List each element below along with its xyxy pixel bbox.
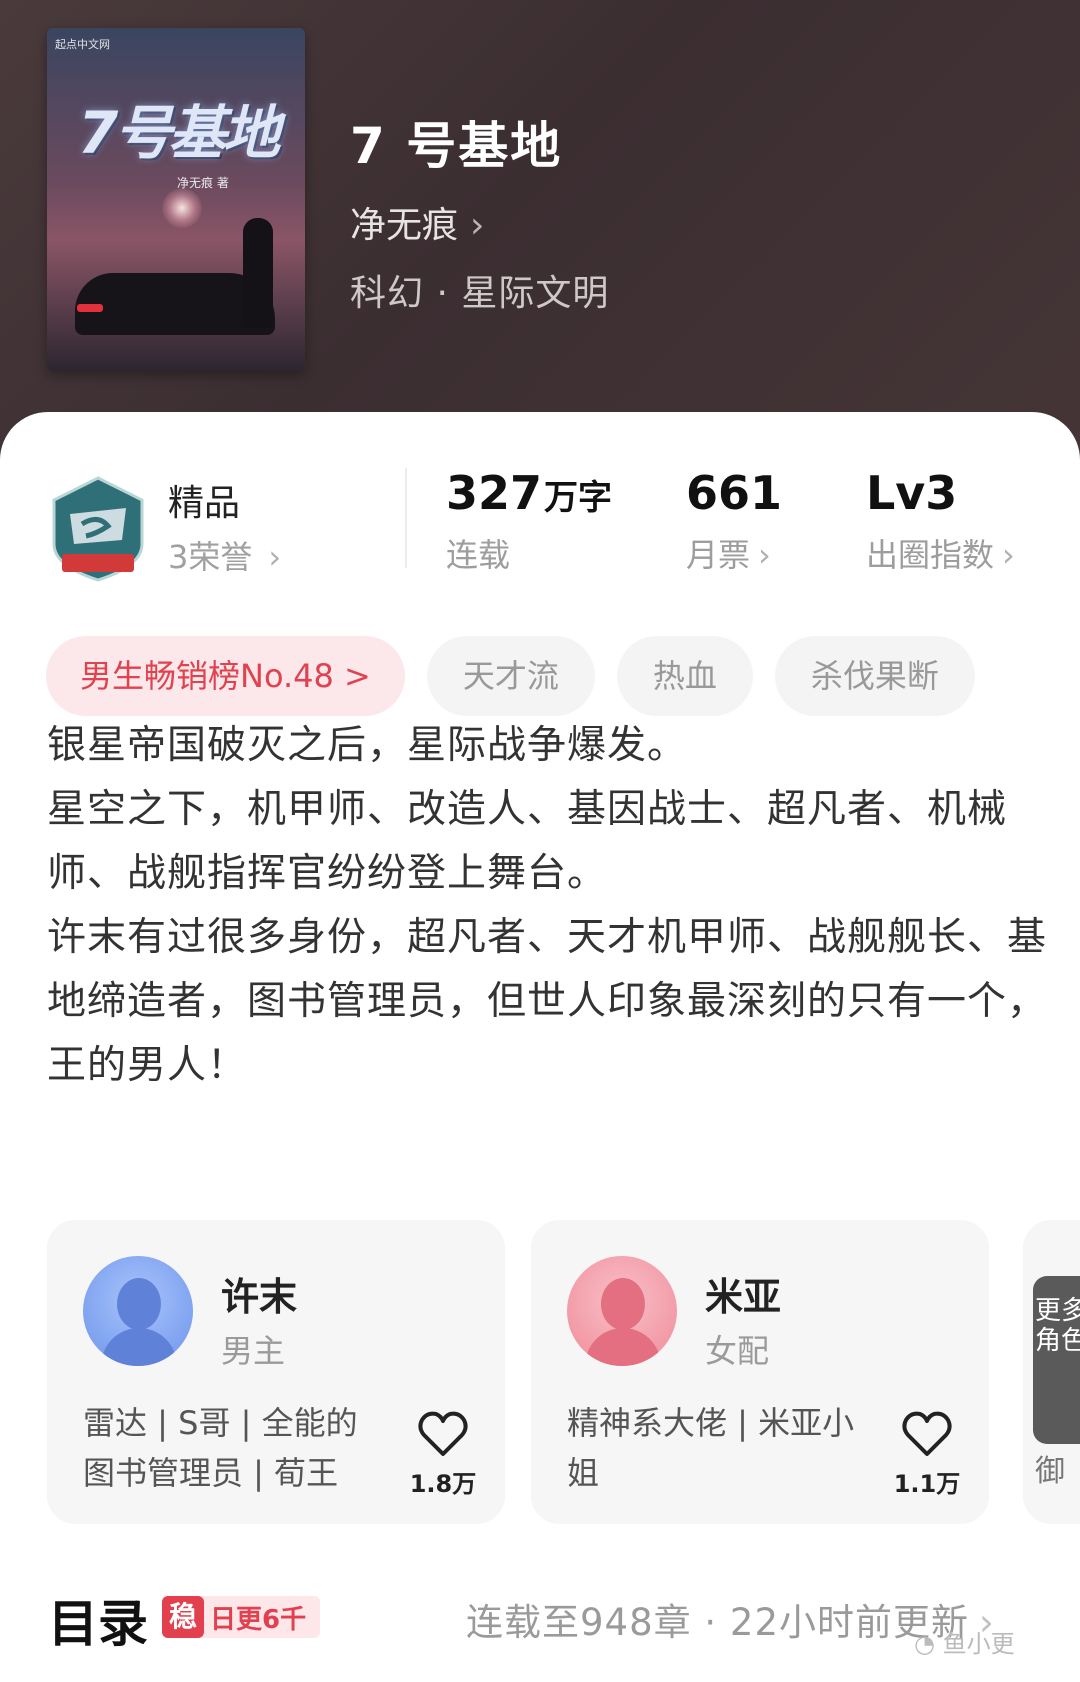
avatar (567, 1256, 677, 1366)
description-paragraph: 银星帝国破灭之后，星际战争爆发。 (47, 723, 688, 768)
wechat-icon: ◔ (914, 1630, 935, 1658)
stats-divider (405, 468, 407, 568)
heart-icon[interactable] (417, 1410, 469, 1458)
stat-label: 连载 (446, 536, 511, 574)
stat-word-count: 327万字 连载 (446, 466, 612, 576)
cover-figure-silhouette (243, 218, 273, 328)
author-name: 净无痕 (350, 205, 459, 246)
chevron-right-icon: › (1002, 536, 1015, 574)
stat-number: 327 (446, 466, 543, 520)
tag-item[interactable]: 热血 (616, 636, 753, 716)
tag-list: 男生畅销榜No.48 > 天才流 热血 杀伐果断 (46, 636, 975, 716)
character-name: 米亚 (705, 1275, 782, 1319)
next-character-peek: 御 (1035, 1454, 1065, 1489)
book-description[interactable]: 银星帝国破灭之后，星际战争爆发。 星空之下，机甲师、改造人、基因战士、超凡者、机… (47, 714, 1047, 1098)
like-count: 1.1万 (893, 1470, 961, 1498)
tag-item[interactable]: 天才流 (426, 636, 595, 716)
stat-label: 出圈指数 (866, 536, 995, 574)
stat-unit: 万字 (544, 478, 613, 518)
like-count: 1.8万 (409, 1470, 477, 1498)
update-badge: 稳 日更6千 (162, 1596, 321, 1638)
description-paragraph: 许末有过很多身份，超凡者、天才机甲师、战舰舰长、基地缔造者，图书管理员，但世人印… (47, 915, 1048, 1088)
avatar (83, 1256, 193, 1366)
book-cover[interactable]: 起点中文网 7号基地 净无痕 著 (47, 28, 305, 371)
character-name: 许末 (221, 1275, 298, 1319)
cover-light-glow (162, 188, 202, 228)
stat-influence-index[interactable]: Lv3 出圈指数 › (866, 466, 1015, 576)
honors-count: 3荣誉 (168, 538, 253, 576)
tag-item[interactable]: 杀伐果断 (774, 636, 975, 716)
badge-title: 精品 (168, 483, 241, 524)
book-detail-card: 精品 3荣誉 › 327万字 连载 661 月票 › Lv3 出圈指数 › 男生畅销榜… (0, 412, 1080, 1682)
more-characters-button[interactable]: 更多角色 (1033, 1276, 1080, 1444)
tag-rank[interactable]: 男生畅销榜No.48 > (46, 636, 405, 716)
update-badge-text: 日更6千 (210, 1604, 307, 1635)
book-header: 起点中文网 7号基地 净无痕 著 7 号基地 净无痕 › 科幻 · 星际文明 (0, 0, 1080, 470)
character-card[interactable]: 许末 男主 雷达 | S哥 | 全能的图书管理员 | 荀王 1.8万 (47, 1220, 505, 1524)
description-paragraph: 星空之下，机甲师、改造人、基因战士、超凡者、机械师、战舰指挥官纷纷登上舞台。 (47, 787, 1008, 896)
honors-link[interactable]: 3荣誉 › (168, 532, 281, 578)
author-link[interactable]: 净无痕 › (350, 196, 484, 248)
chevron-right-icon: › (470, 205, 485, 246)
heart-icon[interactable] (901, 1410, 953, 1458)
chevron-right-icon: › (268, 538, 282, 576)
book-title: 7 号基地 (350, 117, 563, 175)
more-characters-panel[interactable]: 更多角色 御 (1023, 1220, 1080, 1524)
character-card[interactable]: 米亚 女配 精神系大佬 | 米亚小姐 1.1万 (531, 1220, 989, 1524)
chevron-right-icon: › (758, 536, 771, 574)
watermark-text: 鱼小更 (942, 1630, 1015, 1658)
character-role: 女配 (705, 1332, 770, 1370)
book-genre: 科幻 · 星际文明 (350, 273, 610, 314)
toc-title[interactable]: 目录 (48, 1584, 148, 1656)
character-tags: 精神系大佬 | 米亚小姐 (567, 1404, 855, 1492)
toc-status-text: 连载至948章 · 22小时前更新 (466, 1601, 969, 1644)
stat-monthly-tickets[interactable]: 661 月票 › (686, 466, 782, 576)
character-list: 许末 男主 雷达 | S哥 | 全能的图书管理员 | 荀王 1.8万 米亚 女配… (47, 1220, 1080, 1524)
cover-title-art: 7号基地 (77, 99, 280, 167)
watermark: ◔ 鱼小更 (914, 1624, 1015, 1659)
cover-publisher-logo: 起点中文网 (55, 38, 110, 51)
premium-badge-icon (52, 476, 144, 582)
stable-update-icon: 稳 (162, 1596, 204, 1638)
stat-number: 661 (686, 466, 783, 520)
stat-number: Lv3 (866, 466, 958, 520)
stat-label: 月票 (686, 536, 751, 574)
cover-car-taillight (77, 304, 103, 312)
character-tags: 雷达 | S哥 | 全能的图书管理员 | 荀王 (83, 1404, 358, 1492)
character-role: 男主 (221, 1332, 286, 1370)
